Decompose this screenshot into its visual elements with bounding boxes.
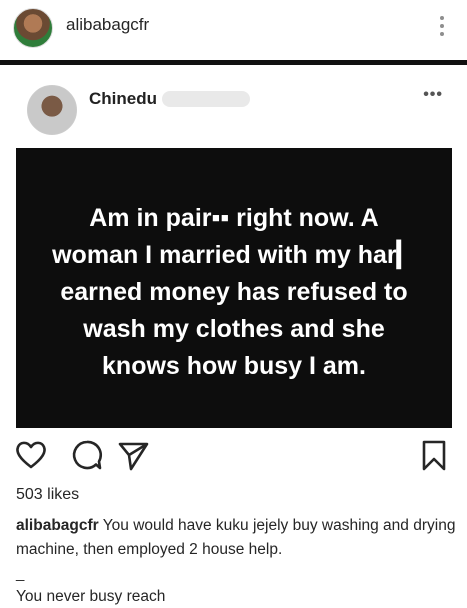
likes-count[interactable]: 503 likes [16,486,79,504]
text-card: Am in pair▪▪ right now. A woman I marrie… [16,148,452,428]
more-vertical-icon[interactable] [439,16,445,40]
post-header: alibabagcfr [0,0,467,54]
avatar[interactable] [13,8,53,48]
blurred-name [162,91,250,107]
embedded-avatar [27,85,77,135]
caption-username[interactable]: alibabagcfr [16,517,99,534]
comment-icon[interactable] [70,438,104,472]
caption-line-2: You never busy reach [16,588,166,605]
caption: alibabagcfr You would have kuku jejely b… [16,514,456,562]
action-bar [0,434,467,474]
card-text: Am in pair▪▪ right now. A woman I marrie… [52,203,416,380]
embedded-author-name: Chinedu [89,89,157,108]
post-image: Chinedu ••• Am in pair▪▪ right now. A wo… [0,60,467,438]
bookmark-icon[interactable] [417,438,451,472]
embedded-more-icon: ••• [423,86,443,103]
send-icon[interactable] [116,438,150,472]
heart-icon[interactable] [14,438,48,472]
username[interactable]: alibabagcfr [66,15,149,35]
caption-dash: _ [16,565,25,582]
